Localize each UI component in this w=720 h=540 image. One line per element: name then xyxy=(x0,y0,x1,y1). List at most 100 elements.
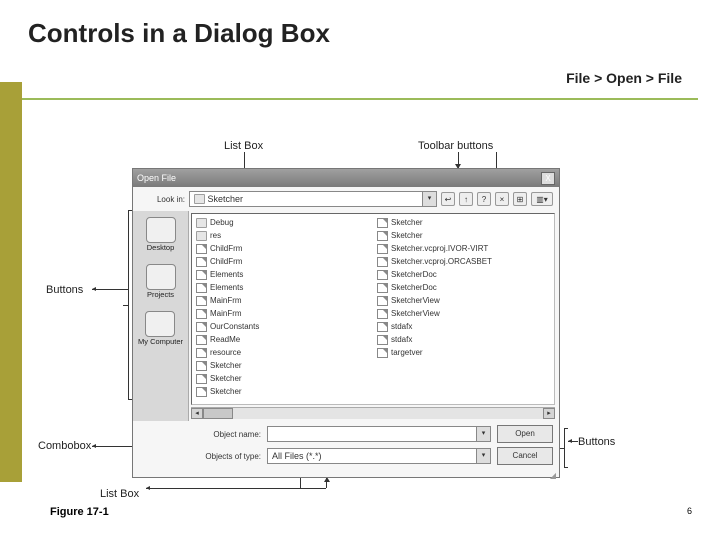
new-folder-icon[interactable]: ⊞ xyxy=(513,192,527,206)
slide-title: Controls in a Dialog Box xyxy=(28,18,330,49)
place-desktop[interactable]: Desktop xyxy=(146,211,176,258)
scroll-thumb[interactable] xyxy=(203,408,233,419)
back-icon[interactable]: ↩ xyxy=(441,192,455,206)
desktop-icon xyxy=(146,217,176,243)
annot-toolbar-buttons: Toolbar buttons xyxy=(418,140,493,152)
help-icon[interactable]: ? xyxy=(477,192,491,206)
projects-icon xyxy=(146,264,176,290)
folder-icon xyxy=(194,194,205,204)
file-list[interactable]: DebugresChildFrmChildFrmElementsElements… xyxy=(191,213,555,405)
annot-buttons-left: Buttons xyxy=(46,284,83,296)
file-icon xyxy=(196,387,207,397)
file-icon xyxy=(377,309,388,319)
list-item[interactable]: MainFrm xyxy=(196,307,369,320)
line-buttons-left xyxy=(92,289,128,290)
list-item[interactable]: Debug xyxy=(196,216,369,229)
annot-buttons-right: Buttons xyxy=(578,436,615,448)
open-button[interactable]: Open xyxy=(497,425,553,443)
file-icon xyxy=(196,361,207,371)
place-projects[interactable]: Projects xyxy=(146,258,176,305)
scroll-right-icon[interactable]: ▸ xyxy=(543,408,555,419)
list-item[interactable]: MainFrm xyxy=(196,294,369,307)
figure-caption: Figure 17-1 xyxy=(50,506,109,518)
lookin-dropdown[interactable]: Sketcher ▾ xyxy=(189,191,437,207)
folder-icon xyxy=(196,218,207,228)
file-icon xyxy=(377,335,388,345)
list-item[interactable]: Sketcher xyxy=(196,359,369,372)
list-item[interactable]: SketcherView xyxy=(377,307,550,320)
list-item[interactable]: resource xyxy=(196,346,369,359)
chevron-down-icon[interactable]: ▾ xyxy=(476,427,490,441)
list-item[interactable]: targetver xyxy=(377,346,550,359)
list-item[interactable]: OurConstants xyxy=(196,320,369,333)
slide-accent xyxy=(0,82,22,482)
objects-of-type-dropdown[interactable]: All Files (*.*) ▾ xyxy=(267,448,491,464)
place-my-computer[interactable]: My Computer xyxy=(138,305,183,352)
list-item[interactable]: stdafx xyxy=(377,320,550,333)
file-icon xyxy=(196,244,207,254)
file-icon xyxy=(377,296,388,306)
file-icon xyxy=(377,270,388,280)
my-computer-icon xyxy=(145,311,175,337)
breadcrumb: File > Open > File xyxy=(566,70,682,86)
list-item[interactable]: Sketcher xyxy=(377,229,550,242)
list-item[interactable]: SketcherDoc xyxy=(377,268,550,281)
list-item[interactable]: ChildFrm xyxy=(196,255,369,268)
scroll-left-icon[interactable]: ◂ xyxy=(191,408,203,419)
file-icon xyxy=(377,322,388,332)
horizontal-scrollbar[interactable]: ◂ ▸ xyxy=(191,407,555,419)
lookin-value: Sketcher xyxy=(208,194,244,204)
file-icon xyxy=(377,244,388,254)
file-icon xyxy=(377,348,388,358)
list-item[interactable]: res xyxy=(196,229,369,242)
views-icon[interactable]: ▥▾ xyxy=(531,192,553,206)
dialog-title-text: Open File xyxy=(137,173,176,183)
file-icon xyxy=(196,322,207,332)
list-item[interactable]: Elements xyxy=(196,268,369,281)
file-icon xyxy=(196,348,207,358)
object-name-label: Object name: xyxy=(197,430,261,439)
list-item[interactable]: Sketcher xyxy=(377,216,550,229)
title-underline xyxy=(22,98,698,100)
line-listbox-bottom xyxy=(146,488,326,489)
lookin-label: Look in: xyxy=(139,195,185,204)
line-buttons-right xyxy=(568,441,578,442)
list-item[interactable]: SketcherView xyxy=(377,294,550,307)
list-item[interactable]: stdafx xyxy=(377,333,550,346)
annot-combobox: Combobox xyxy=(38,440,91,452)
up-icon[interactable]: ↑ xyxy=(459,192,473,206)
file-icon xyxy=(377,283,388,293)
close-icon[interactable]: X xyxy=(541,172,555,185)
delete-icon[interactable]: × xyxy=(495,192,509,206)
list-item[interactable]: SketcherDoc xyxy=(377,281,550,294)
chevron-down-icon[interactable]: ▾ xyxy=(422,192,436,206)
open-file-dialog: Open File X Look in: Sketcher ▾ ↩ ↑ ? × … xyxy=(132,168,560,478)
file-icon xyxy=(196,309,207,319)
arrow-toolbar-a xyxy=(458,152,459,168)
cancel-button[interactable]: Cancel xyxy=(497,447,553,465)
object-name-field[interactable]: ▾ xyxy=(267,426,491,442)
file-icon xyxy=(377,231,388,241)
list-item[interactable]: Sketcher xyxy=(196,372,369,385)
file-icon xyxy=(196,335,207,345)
resize-grip[interactable]: ◢ xyxy=(133,471,559,481)
list-item[interactable]: Sketcher.vcproj.ORCASBET xyxy=(377,255,550,268)
list-item[interactable]: Elements xyxy=(196,281,369,294)
file-icon xyxy=(196,283,207,293)
file-icon xyxy=(377,218,388,228)
list-item[interactable]: ChildFrm xyxy=(196,242,369,255)
dialog-titlebar[interactable]: Open File X xyxy=(133,169,559,187)
annot-listbox-bottom: List Box xyxy=(100,488,139,500)
list-item[interactable]: Sketcher.vcproj.IVOR-VIRT xyxy=(377,242,550,255)
file-icon xyxy=(377,257,388,267)
objects-of-type-label: Objects of type: xyxy=(197,452,261,461)
list-item[interactable]: Sketcher xyxy=(196,385,369,398)
file-icon xyxy=(196,270,207,280)
file-icon xyxy=(196,374,207,384)
list-item[interactable]: ReadMe xyxy=(196,333,369,346)
brace-buttons-right xyxy=(564,428,568,468)
chevron-down-icon[interactable]: ▾ xyxy=(476,449,490,463)
places-bar: Desktop Projects My Computer xyxy=(133,211,189,421)
file-icon xyxy=(196,296,207,306)
page-number: 6 xyxy=(687,506,692,516)
